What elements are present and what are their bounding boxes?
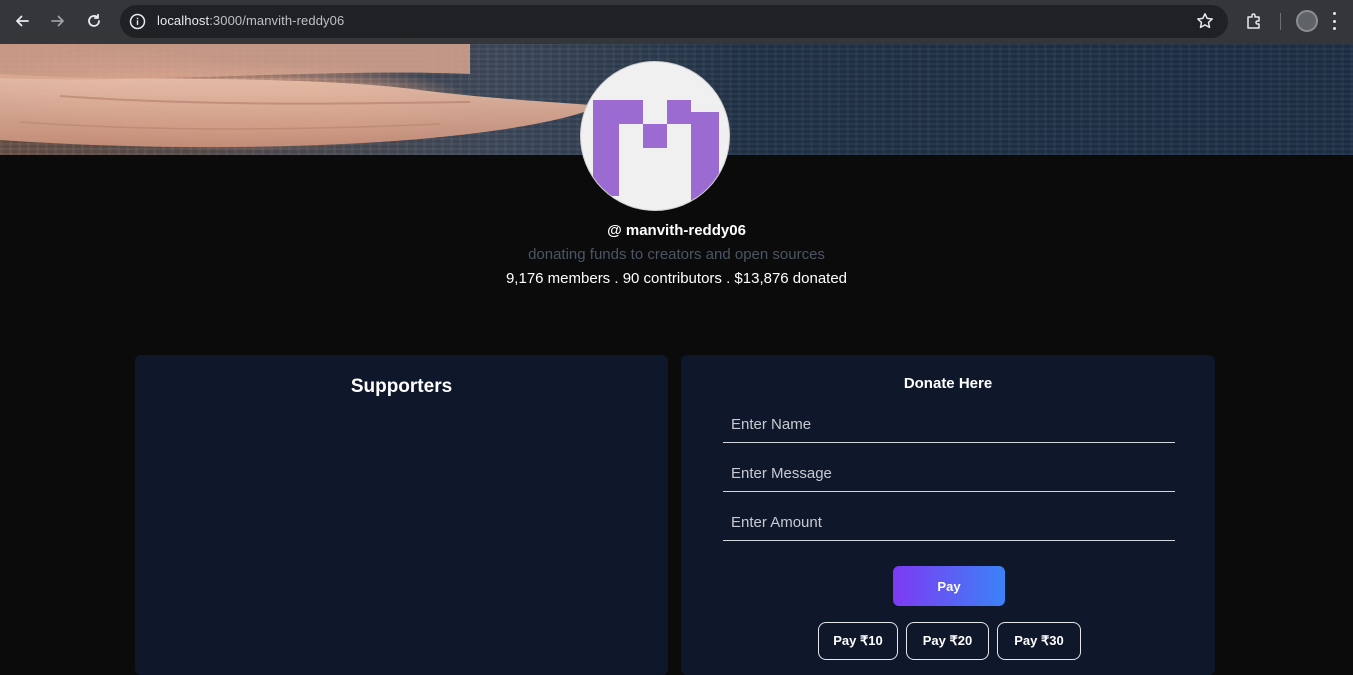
- supporters-title: Supporters: [350, 376, 453, 397]
- url-text[interactable]: localhost:3000/manvith-reddy06: [157, 13, 344, 28]
- forward-arrow-icon[interactable]: [46, 9, 70, 33]
- back-arrow-icon[interactable]: [10, 9, 34, 33]
- profile-avatar: [580, 61, 730, 211]
- pay-button[interactable]: Pay: [893, 566, 1005, 606]
- profile-stats: 9,176 members . 90 contributors . $13,87…: [505, 270, 848, 287]
- donor-name-input[interactable]: [723, 407, 1175, 443]
- donate-title: Donate Here: [903, 375, 993, 392]
- address-bar[interactable]: localhost:3000/manvith-reddy06: [120, 5, 1228, 38]
- donation-amount-input[interactable]: [723, 505, 1175, 541]
- pay-10-button[interactable]: Pay ₹10: [818, 622, 898, 660]
- url-host: localhost: [157, 13, 210, 28]
- browser-toolbar: localhost:3000/manvith-reddy06: [0, 0, 1353, 44]
- site-info-icon[interactable]: [129, 13, 146, 30]
- reload-icon[interactable]: [82, 9, 106, 33]
- donate-panel: Donate Here Pay Pay ₹10 Pay ₹20 Pay ₹30: [681, 355, 1215, 675]
- donor-message-input[interactable]: [723, 456, 1175, 492]
- toolbar-divider: [1280, 13, 1281, 30]
- url-path: :3000/manvith-reddy06: [209, 13, 345, 28]
- hands-illustration: [0, 44, 600, 148]
- avatar-logo-icon: [593, 100, 719, 208]
- profile-handle: @ manvith-reddy06: [607, 222, 746, 239]
- profile-description: donating funds to creators and open sour…: [528, 246, 825, 263]
- pay-20-button[interactable]: Pay ₹20: [906, 622, 989, 660]
- pay-30-button[interactable]: Pay ₹30: [997, 622, 1081, 660]
- extensions-puzzle-icon[interactable]: [1244, 11, 1264, 31]
- supporters-panel: Supporters: [135, 355, 668, 675]
- bookmark-star-icon[interactable]: [1196, 12, 1214, 30]
- browser-menu-icon[interactable]: [1331, 12, 1337, 30]
- profile-avatar-icon[interactable]: [1296, 10, 1318, 32]
